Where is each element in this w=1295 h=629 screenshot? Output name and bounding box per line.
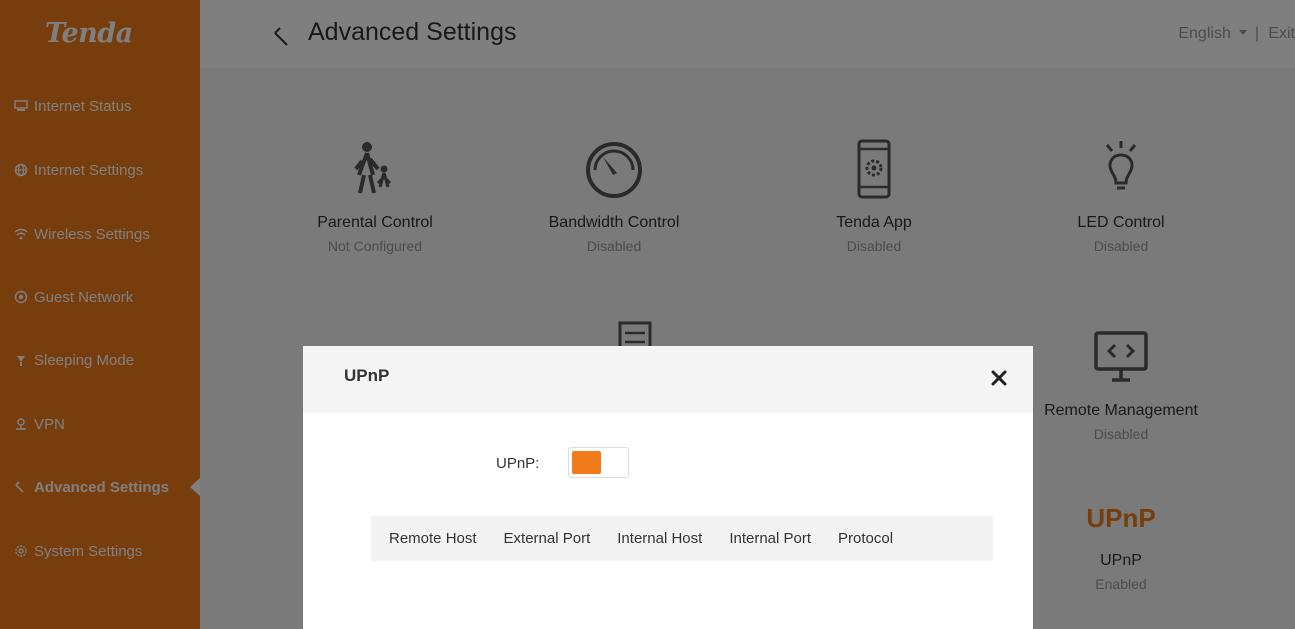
upnp-toggle-label: UPnP:: [496, 455, 540, 472]
column-header-external-port: External Port: [503, 530, 591, 547]
dialog-header: UPnP: [303, 346, 1033, 413]
toggle-on-indicator: [572, 451, 601, 474]
column-header-internal-host: Internal Host: [617, 530, 703, 547]
column-header-protocol: Protocol: [838, 530, 894, 547]
upnp-dialog: UPnP UPnP: Remote Host External Port Int…: [303, 346, 1033, 629]
upnp-table-header: Remote Host External Port Internal Host …: [371, 516, 993, 561]
close-button[interactable]: [987, 366, 1011, 390]
upnp-toggle[interactable]: [568, 447, 629, 478]
column-header-remote-host: Remote Host: [389, 530, 477, 547]
column-header-internal-port: Internal Port: [729, 530, 812, 547]
dialog-title: UPnP: [344, 366, 390, 385]
close-icon: [991, 370, 1007, 386]
